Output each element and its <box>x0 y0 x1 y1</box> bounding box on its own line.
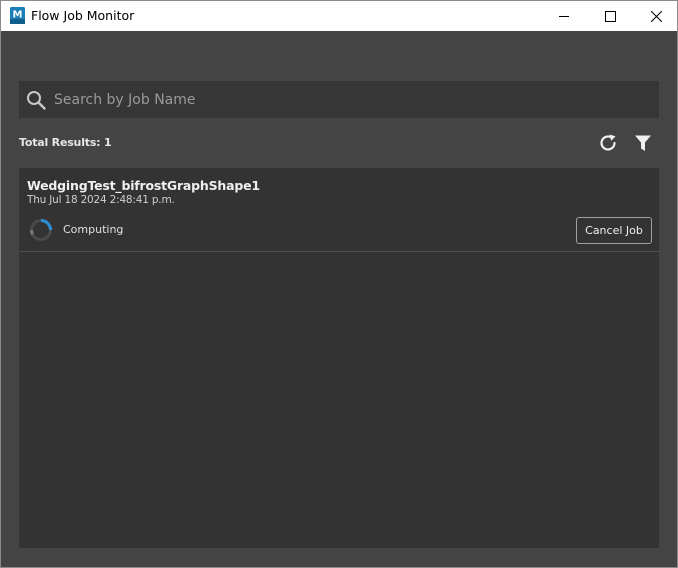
maximize-button[interactable] <box>587 1 633 31</box>
filter-button[interactable] <box>632 132 654 154</box>
minimize-button[interactable] <box>541 1 587 31</box>
app-logo-icon: M <box>10 7 25 24</box>
app-window: M Flow Job Monitor Total Results: 1 <box>0 0 678 568</box>
minimize-icon <box>558 15 569 17</box>
job-status: Computing <box>63 223 124 236</box>
total-results-label: Total Results: 1 <box>19 136 112 149</box>
close-button[interactable] <box>633 1 677 31</box>
close-icon <box>650 10 662 22</box>
search-input[interactable] <box>54 81 649 118</box>
app-logo-letter: M <box>13 10 23 21</box>
search-bar[interactable] <box>19 81 659 118</box>
refresh-button[interactable] <box>597 132 619 154</box>
cancel-job-button[interactable]: Cancel Job <box>576 217 652 244</box>
window-title: Flow Job Monitor <box>31 8 135 23</box>
job-date: Thu Jul 18 2024 2:48:41 p.m. <box>27 194 175 206</box>
filter-icon <box>635 135 651 151</box>
job-name: WedgingTest_bifrostGraphShape1 <box>27 178 260 193</box>
search-icon <box>27 91 46 110</box>
job-list: WedgingTest_bifrostGraphShape1 Thu Jul 1… <box>19 168 659 548</box>
maximize-icon <box>604 10 616 22</box>
title-bar[interactable]: M Flow Job Monitor <box>1 1 677 31</box>
refresh-icon <box>600 134 616 151</box>
spinner-icon <box>30 219 52 241</box>
job-row[interactable]: WedgingTest_bifrostGraphShape1 Thu Jul 1… <box>19 168 659 252</box>
